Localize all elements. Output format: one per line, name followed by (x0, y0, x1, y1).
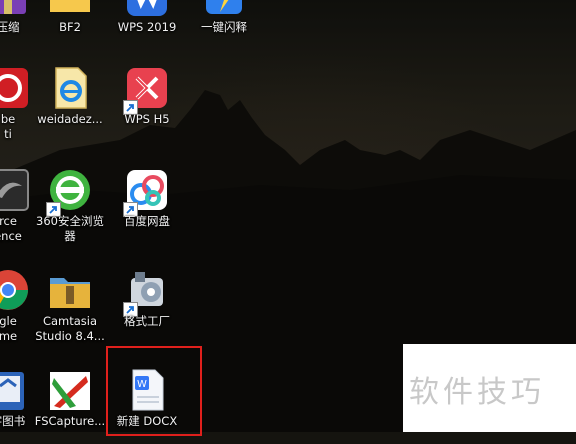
nvidia-icon (0, 166, 32, 214)
chrome-icon (0, 266, 32, 314)
fscapture-icon (46, 366, 94, 414)
ie-file-icon (46, 64, 94, 112)
selection-highlight-box (106, 346, 202, 436)
desktop-icon-bf2[interactable]: BF2 (32, 0, 108, 50)
desktop-icon-weidadez[interactable]: weidadez... (32, 60, 108, 142)
desktop-icon-baidu-netdisk[interactable]: 百度网盘 (109, 162, 185, 244)
icon-label: BF2 (59, 20, 81, 34)
wps-icon (123, 0, 171, 20)
camtasia-icon (46, 266, 94, 314)
watermark-text: 软件技巧 (409, 375, 545, 410)
desktop-icon-wps-h5[interactable]: WPS H5 (109, 60, 185, 142)
adobe-icon (0, 64, 32, 112)
desktop-icon-format-factory[interactable]: 格式工厂 (109, 262, 185, 344)
watermark-panel: 软件技巧 (403, 344, 576, 432)
icon-label: WPS 2019 (117, 20, 177, 34)
archive-icon (0, 0, 32, 20)
folder-icon (46, 0, 94, 20)
desktop-icon-camtasia[interactable]: Camtasia Studio 8.4... (32, 262, 108, 344)
flash-icon (200, 0, 248, 20)
icon-label: 一键闪释 (201, 20, 247, 34)
icon-label: 360安全浏览 器 (36, 214, 104, 243)
desktop-icon-wps-2019[interactable]: WPS 2019 (109, 0, 185, 50)
desktop-icon-360-browser[interactable]: 360安全浏览 器 (32, 162, 108, 244)
icon-label: 格式工厂 (124, 314, 170, 328)
icon-label: weidadez... (37, 112, 103, 126)
book-icon (0, 366, 32, 414)
desktop-icon-flash-release[interactable]: 一键闪释 (186, 0, 262, 50)
icon-label: 百度网盘 (124, 214, 170, 228)
icon-label: Camtasia Studio 8.4... (35, 314, 105, 343)
icon-label: FSCapture... (34, 414, 106, 428)
icon-label: WPS H5 (124, 112, 170, 126)
